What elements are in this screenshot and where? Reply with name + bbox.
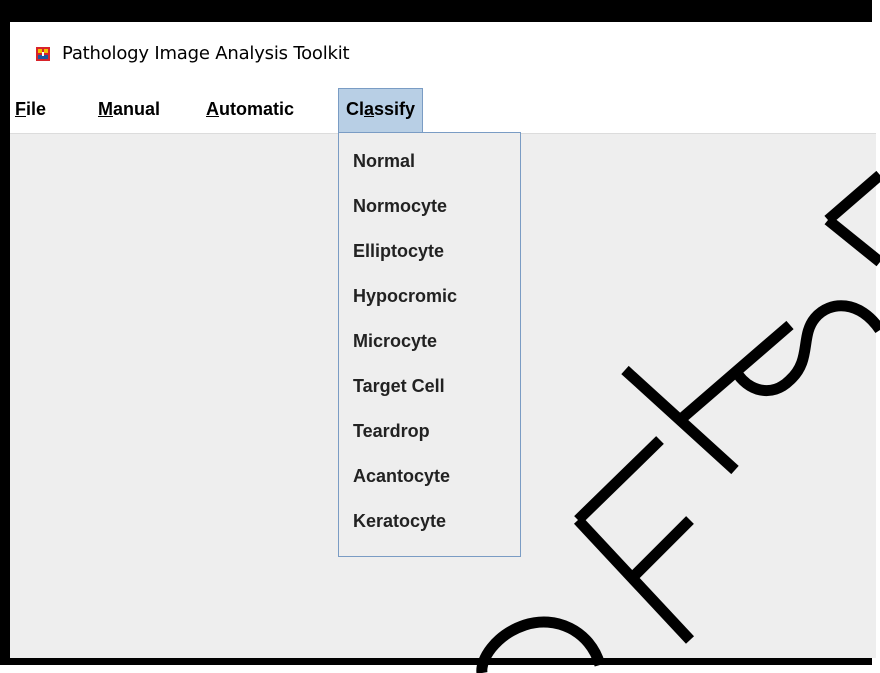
- menu-manual[interactable]: Manual: [91, 88, 167, 133]
- menu-item-hypocromic[interactable]: Hypocromic: [353, 286, 457, 307]
- menu-item-normocyte[interactable]: Normocyte: [353, 196, 447, 217]
- menu-automatic-label: utomatic: [219, 99, 295, 119]
- menu-file[interactable]: File: [10, 88, 53, 133]
- menu-item-target-cell[interactable]: Target Cell: [353, 376, 445, 397]
- menu-manual-label: anual: [113, 99, 161, 119]
- window-title: Pathology Image Analysis Toolkit: [62, 43, 350, 64]
- menu-item-elliptocyte[interactable]: Elliptocyte: [353, 241, 444, 262]
- menu-automatic[interactable]: Automatic: [199, 88, 301, 133]
- menu-automatic-mnemonic: A: [206, 99, 219, 119]
- menu-item-microcyte[interactable]: Microcyte: [353, 331, 437, 352]
- title-bar[interactable]: Pathology Image Analysis Toolkit: [10, 22, 876, 88]
- menu-classify-mnemonic: a: [364, 99, 375, 119]
- menu-item-acantocyte[interactable]: Acantocyte: [353, 466, 450, 487]
- menu-classify-label: ssify: [374, 99, 416, 119]
- classify-dropdown: Normal Normocyte Elliptocyte Hypocromic …: [338, 132, 521, 557]
- app-window: Pathology Image Analysis Toolkit File Ma…: [10, 22, 876, 658]
- menu-item-keratocyte[interactable]: Keratocyte: [353, 511, 446, 532]
- java-app-icon: [36, 47, 50, 61]
- menu-classify-label-pre: Cl: [346, 99, 364, 119]
- menu-file-label: ile: [26, 99, 47, 119]
- menu-bar: File Manual Automatic Classify: [10, 88, 876, 134]
- menu-item-normal[interactable]: Normal: [353, 151, 415, 172]
- menu-file-mnemonic: F: [15, 99, 26, 119]
- menu-item-teardrop[interactable]: Teardrop: [353, 421, 430, 442]
- menu-classify[interactable]: Classify: [338, 88, 424, 133]
- menu-manual-mnemonic: M: [98, 99, 113, 119]
